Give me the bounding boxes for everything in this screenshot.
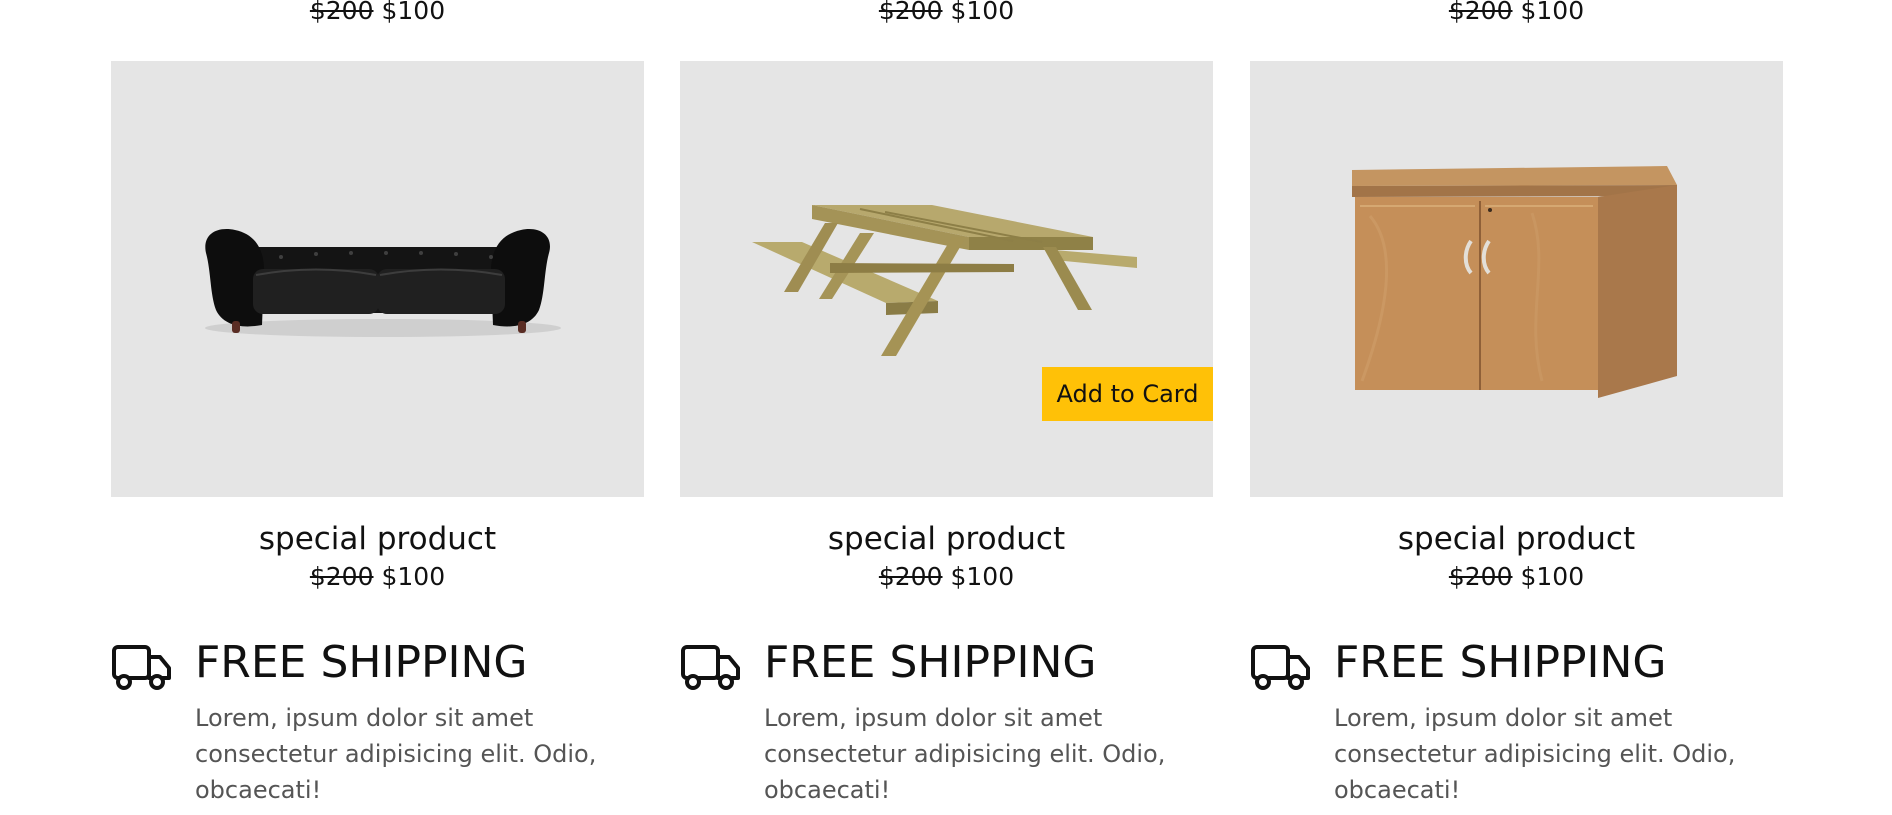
top-price-1: $200 $100	[111, 0, 644, 28]
product-title: special product	[258, 521, 497, 557]
feature-title: FREE SHIPPING	[1334, 637, 1667, 688]
product-price: $200 $100	[680, 559, 1213, 595]
product-price: $200 $100	[1250, 559, 1783, 595]
new-price: $100	[950, 0, 1015, 25]
old-price: $200	[878, 0, 943, 25]
product-image[interactable]	[111, 61, 644, 497]
product-title: special product	[827, 521, 1066, 557]
truck-icon	[112, 645, 171, 690]
new-price: $100	[950, 562, 1015, 591]
old-price: $200	[309, 0, 374, 25]
shipping-features: FREE SHIPPING Lorem, ipsum dolor sit ame…	[111, 637, 1785, 808]
previous-product-prices: $200 $100 $200 $100 $200 $100	[0, 0, 1892, 30]
product-card-cabinet[interactable]: special product $200 $100	[1250, 61, 1783, 611]
feature-description: Lorem, ipsum dolor sit amet consectetur …	[195, 704, 597, 804]
product-card-sofa[interactable]: special product $200 $100	[111, 61, 644, 611]
feature-title: FREE SHIPPING	[195, 637, 528, 688]
product-image[interactable]	[1250, 61, 1783, 497]
product-price: $200 $100	[111, 559, 644, 595]
top-price-3: $200 $100	[1250, 0, 1783, 28]
new-price: $100	[381, 0, 446, 25]
new-price: $100	[1520, 562, 1585, 591]
wooden-cabinet-image	[1352, 166, 1677, 398]
feature-title: FREE SHIPPING	[764, 637, 1097, 688]
new-price: $100	[381, 562, 446, 591]
feature-description: Lorem, ipsum dolor sit amet consectetur …	[764, 704, 1166, 804]
black-leather-sofa-image	[205, 229, 561, 337]
product-card-picnic-table[interactable]: Add to Card special product $200 $100	[680, 61, 1213, 611]
special-products-grid: special product $200 $100 Add to Card sp…	[111, 61, 1785, 611]
product-title: special product	[1397, 521, 1636, 557]
old-price: $200	[1448, 0, 1513, 25]
add-to-card-button[interactable]: Add to Card	[1042, 367, 1213, 421]
product-page: $200 $100 $200 $100 $200 $100 special pr…	[0, 0, 1892, 815]
product-image[interactable]: Add to Card	[680, 61, 1213, 497]
wooden-picnic-table-image	[752, 205, 1137, 356]
feature-description: Lorem, ipsum dolor sit amet consectetur …	[1334, 704, 1736, 804]
old-price: $200	[878, 562, 943, 591]
old-price: $200	[309, 562, 374, 591]
truck-icon	[1251, 645, 1310, 690]
feature-free-shipping-2: FREE SHIPPING Lorem, ipsum dolor sit ame…	[680, 637, 1213, 808]
feature-free-shipping-3: FREE SHIPPING Lorem, ipsum dolor sit ame…	[1250, 637, 1783, 808]
feature-free-shipping-1: FREE SHIPPING Lorem, ipsum dolor sit ame…	[111, 637, 644, 808]
truck-icon	[681, 645, 740, 690]
top-price-2: $200 $100	[680, 0, 1213, 28]
new-price: $100	[1520, 0, 1585, 25]
old-price: $200	[1448, 562, 1513, 591]
